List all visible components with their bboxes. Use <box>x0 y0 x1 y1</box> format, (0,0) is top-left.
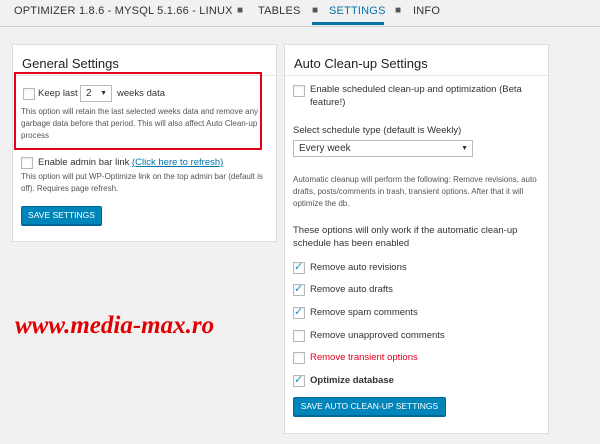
save-auto-cleanup-button[interactable]: SAVE AUTO CLEAN-UP SETTINGS <box>293 397 446 416</box>
nav-separator: ■ <box>237 5 244 16</box>
admin-bar-description: This option will put WP-Optimize link on… <box>21 172 263 193</box>
weeks-label: weeks data <box>117 88 166 99</box>
optimize-database-label: Optimize database <box>310 375 394 386</box>
plugin-title: OPTIMIZER 1.8.6 - MYSQL 5.1.66 - LINUX <box>14 5 233 17</box>
remove-transient-options-checkbox[interactable] <box>293 352 305 364</box>
cleanup-note: These options will only work if the auto… <box>293 225 518 249</box>
remove-spam-comments-label: Remove spam comments <box>310 307 418 318</box>
tab-tables[interactable]: TABLES <box>258 5 301 17</box>
remove-auto-drafts-label: Remove auto drafts <box>310 284 393 295</box>
divider <box>285 75 548 76</box>
admin-bar-text: Enable admin bar link <box>38 157 130 168</box>
chevron-down-icon: ▼ <box>100 90 107 97</box>
remove-spam-comments-checkbox[interactable] <box>293 305 305 319</box>
nav-separator: ■ <box>395 5 402 16</box>
schedule-select-value: Every week <box>299 143 351 154</box>
watermark-text: www.media-max.ro <box>15 312 215 339</box>
remove-auto-revisions-checkbox[interactable] <box>293 260 305 274</box>
remove-transient-options-label: Remove transient options <box>310 352 418 363</box>
keep-last-description: This option will retain the last selecte… <box>21 107 259 140</box>
tab-info[interactable]: INFO <box>413 5 440 17</box>
remove-unapproved-comments-checkbox[interactable] <box>293 330 305 342</box>
remove-unapproved-comments-label: Remove unapproved comments <box>310 330 445 341</box>
active-tab-indicator <box>312 22 384 25</box>
nav-separator: ■ <box>312 5 319 16</box>
remove-auto-drafts-checkbox[interactable] <box>293 282 305 296</box>
keep-last-label: Keep last <box>38 88 78 99</box>
panel-title: Auto Clean-up Settings <box>294 56 428 71</box>
chevron-down-icon: ▼ <box>461 145 468 152</box>
weeks-select[interactable]: 2 ▼ <box>80 85 112 102</box>
enable-schedule-label: Enable scheduled clean-up and optimizati… <box>310 84 522 108</box>
admin-bar-checkbox[interactable] <box>21 157 33 169</box>
weeks-select-value: 2 <box>86 88 92 99</box>
refresh-link[interactable]: (Click here to refresh) <box>132 157 223 168</box>
optimize-database-checkbox[interactable] <box>293 373 305 387</box>
admin-bar-label: Enable admin bar link (Click here to ref… <box>38 157 223 168</box>
remove-auto-revisions-label: Remove auto revisions <box>310 262 407 273</box>
panel-title: General Settings <box>22 56 119 71</box>
top-nav: OPTIMIZER 1.8.6 - MYSQL 5.1.66 - LINUX ■… <box>0 0 600 27</box>
save-settings-button[interactable]: SAVE SETTINGS <box>21 206 102 225</box>
enable-schedule-checkbox[interactable] <box>293 85 305 97</box>
tab-settings[interactable]: SETTINGS <box>329 5 386 17</box>
schedule-type-label: Select schedule type (default is Weekly) <box>293 125 462 136</box>
schedule-select[interactable]: Every week ▼ <box>293 140 473 157</box>
keep-last-checkbox[interactable] <box>23 88 35 100</box>
cleanup-info: Automatic cleanup will perform the follo… <box>293 175 537 208</box>
